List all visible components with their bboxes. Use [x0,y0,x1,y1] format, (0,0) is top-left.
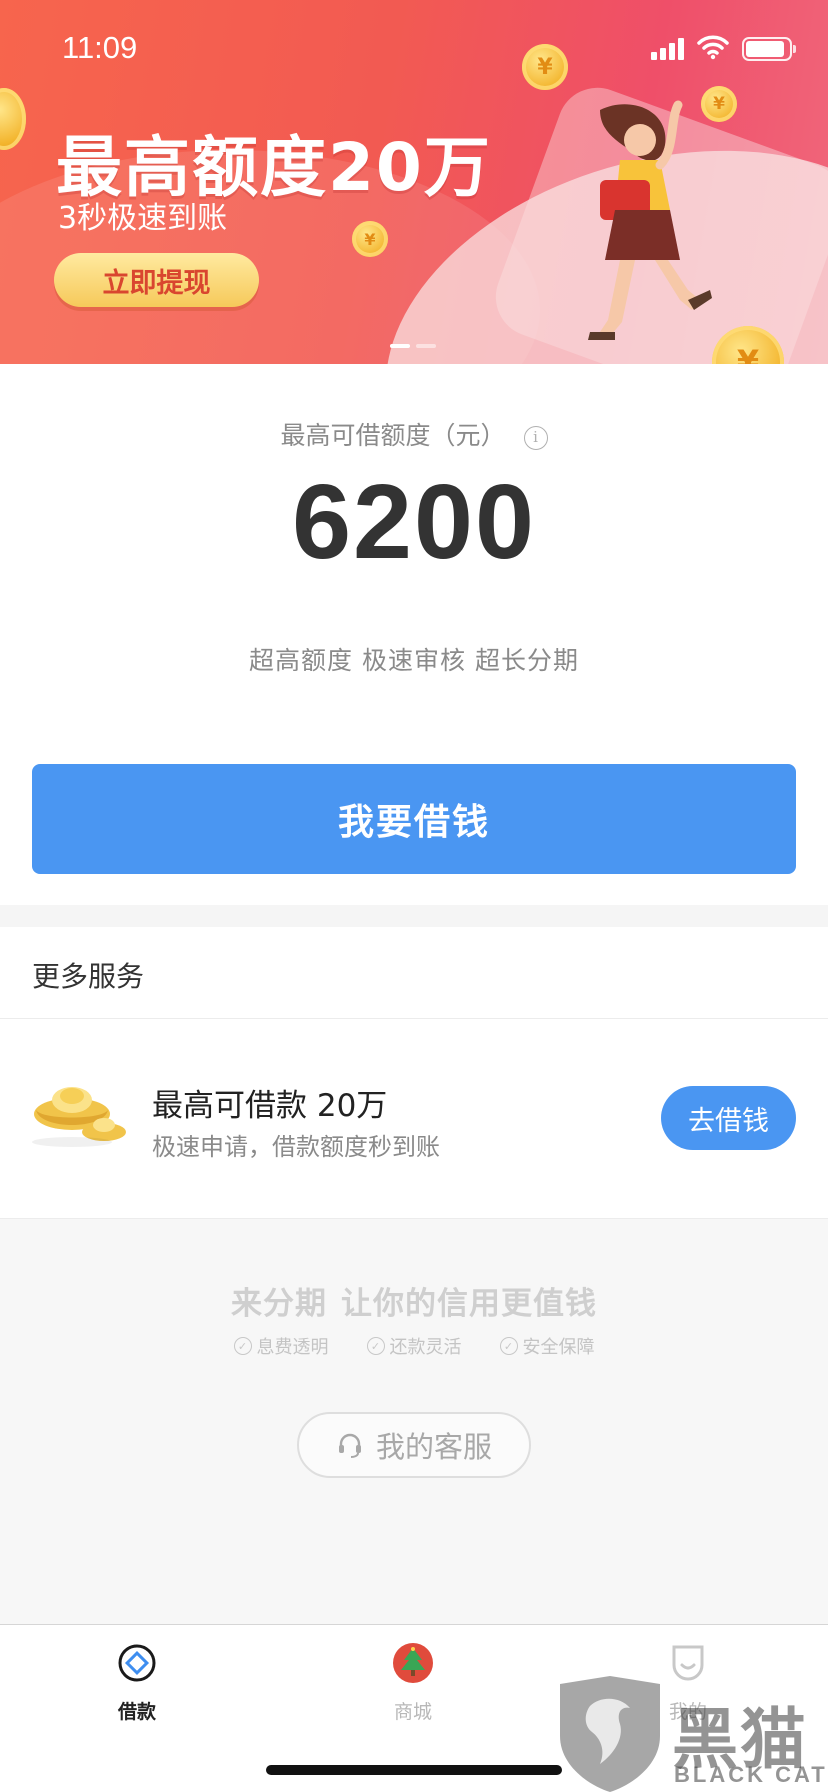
feature-item: ✓ 安全保障 [499,1333,595,1359]
credit-limit-label-text: 最高可借额度（元） [280,421,506,450]
divider [0,1018,828,1019]
customer-service-label: 我的客服 [375,1430,492,1464]
customer-service-button[interactable]: 我的客服 [297,1412,531,1478]
section-separator [0,905,828,927]
more-services-title: 更多服务 [32,960,145,993]
tab-mall[interactable]: 商城 [343,1643,483,1724]
home-indicator[interactable] [266,1765,562,1775]
slogan-brand: 来分期 [231,1286,327,1322]
watermark-subtext: BLACK CAT [674,1762,828,1787]
borrow-money-button[interactable]: 我要借钱 [32,764,796,874]
feature-item: ✓ 息费透明 [233,1333,329,1359]
wifi-icon [697,35,729,60]
check-circle-icon: ✓ [499,1337,518,1355]
check-circle-icon: ✓ [233,1337,252,1355]
status-bar: 11:09 [0,0,828,100]
check-circle-icon: ✓ [366,1337,385,1355]
headset-icon [338,1433,361,1458]
credit-limit-label: 最高可借额度（元） i [0,416,828,452]
status-time: 11:09 [62,30,138,65]
feature-label: 息费透明 [256,1337,329,1358]
service-item-description: 极速申请，借款额度秒到账 [152,1133,440,1161]
tab-loan[interactable]: 借款 [67,1643,207,1724]
coin-icon: ¥ [352,221,388,257]
tab-label: 商城 [393,1701,432,1723]
feature-label: 安全保障 [522,1337,595,1358]
info-icon[interactable]: i [523,426,548,450]
tab-label: 借款 [117,1701,156,1723]
carousel-indicator [390,344,436,348]
promo-banner[interactable]: ¥ ¥ ¥ ¥ 11:09 最高额度20万 3秒极速到账 立即提现 [0,0,828,364]
feature-label: 还款灵活 [389,1337,462,1358]
slogan-text: 让你的信用更值钱 [341,1286,597,1322]
carousel-dot [416,344,436,348]
carousel-dot-active [390,344,410,348]
go-borrow-button[interactable]: 去借钱 [661,1086,796,1150]
feature-item: ✓ 还款灵活 [366,1333,462,1359]
slogan: 来分期 让你的信用更值钱 [0,1278,828,1323]
credit-limit-amount: 6200 [292,463,536,581]
gold-ingot-icon [32,1087,126,1147]
battery-icon [742,37,796,61]
withdraw-now-button[interactable]: 立即提现 [54,253,259,307]
banner-subtitle: 3秒极速到账 [58,201,228,236]
christmas-tree-icon [393,1643,433,1683]
loan-icon [118,1644,156,1682]
service-item-title: 最高可借款 20万 [152,1088,388,1124]
credit-tagline: 超高额度 极速审核 超长分期 [249,646,579,675]
girl-illustration [588,100,712,340]
feature-list: ✓ 息费透明 ✓ 还款灵活 ✓ 安全保障 [0,1333,828,1359]
cellular-signal-icon [651,36,685,60]
